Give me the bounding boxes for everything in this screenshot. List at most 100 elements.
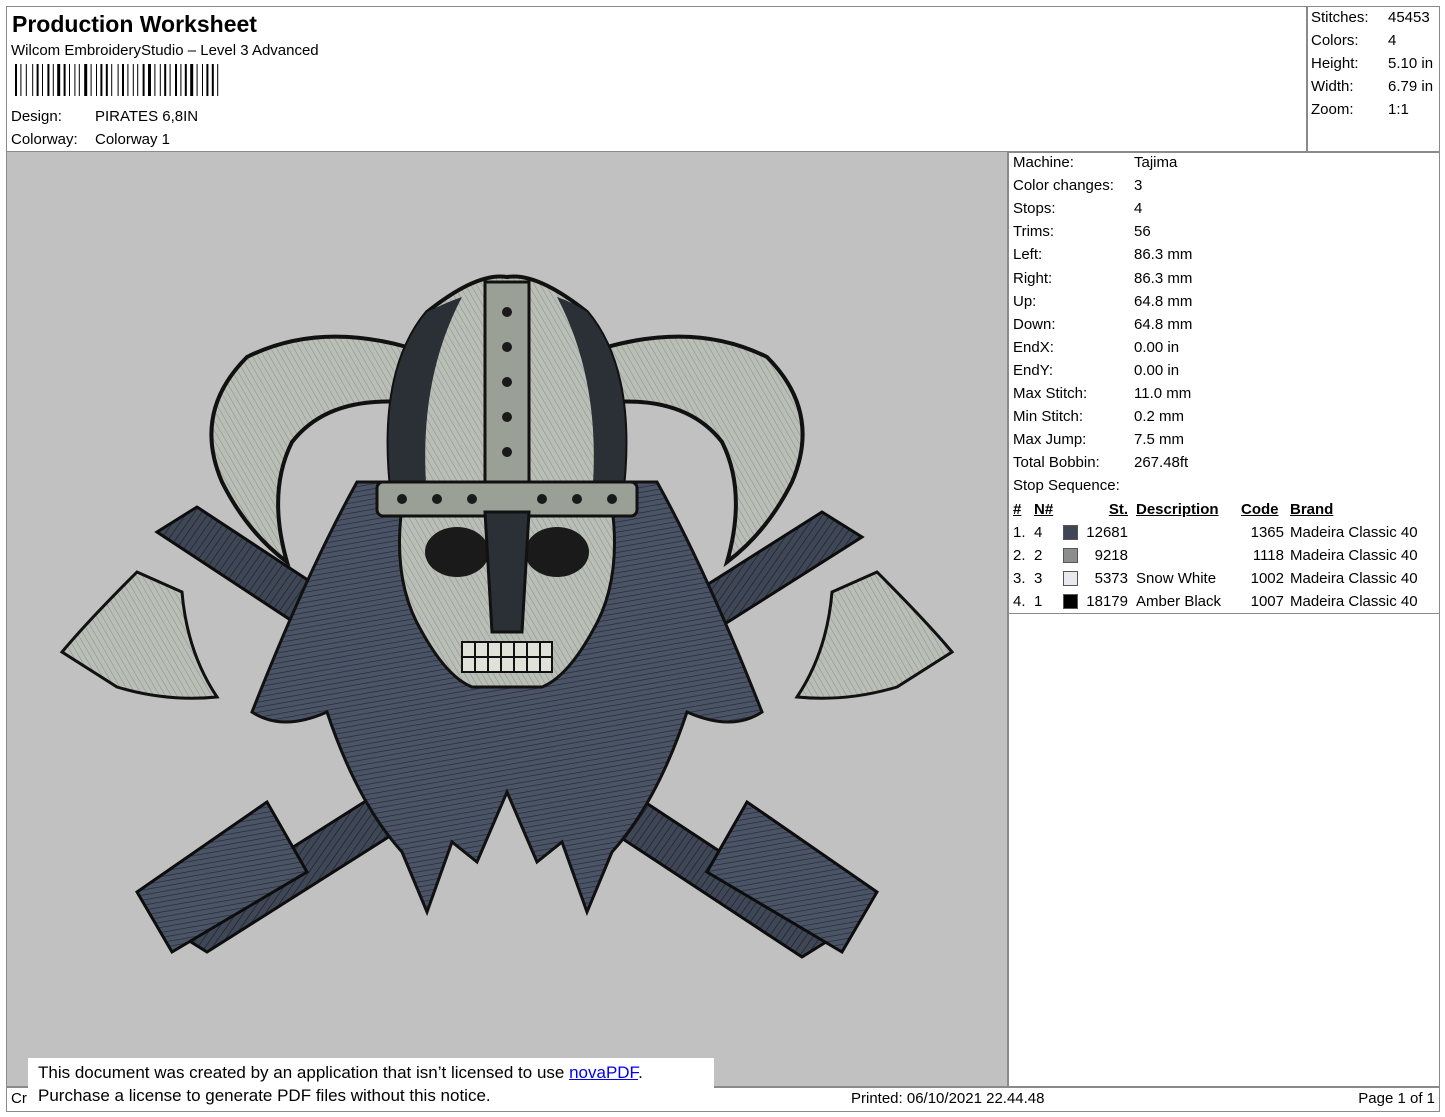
info-value: Tajima — [1134, 154, 1178, 171]
info-value: 11.0 mm — [1134, 385, 1192, 402]
seq-brand: Madeira Classic 40 — [1290, 547, 1418, 564]
stat-label: Width: — [1311, 78, 1354, 95]
info-value: 267.48ft — [1134, 454, 1189, 472]
software-name: Wilcom EmbroideryStudio – Level 3 Advanc… — [11, 42, 319, 59]
thread-color-swatch — [1063, 571, 1078, 586]
colorway-label: Colorway: — [11, 131, 78, 148]
col-header-st: St. — [1108, 501, 1128, 518]
info-value: 0.00 in — [1134, 338, 1180, 356]
thread-color-swatch — [1063, 594, 1078, 609]
stat-row: Zoom: 1:1 — [1311, 98, 1439, 121]
seq-needle: 3 — [1034, 570, 1043, 587]
seq-brand: Madeira Classic 40 — [1290, 570, 1418, 587]
design-value: PIRATES 6,8IN — [95, 108, 199, 125]
stat-value: 1:1 — [1388, 101, 1409, 118]
info-value: 0.00 in — [1134, 361, 1180, 379]
stats-panel: Stitches: 45453 Colors: 4 Height: 5.10 in W… — [1306, 6, 1440, 153]
license-notice: This document was created by an applicat… — [28, 1058, 714, 1110]
seq-description: Amber Black — [1136, 593, 1222, 610]
seq-brand: Madeira Classic 40 — [1290, 524, 1418, 541]
seq-num: 4. — [1013, 593, 1026, 610]
seq-num: 1. — [1013, 524, 1026, 541]
stop-sequence-label: Stop Sequence: — [1013, 477, 1120, 494]
printed-timestamp: Printed: 06/10/2021 22.44.48 — [851, 1090, 1045, 1107]
stat-row: Stitches: 45453 — [1311, 6, 1439, 29]
info-label: Max Stitch: — [1013, 385, 1088, 402]
stat-label: Height: — [1311, 55, 1359, 72]
info-value: 7.5 mm — [1134, 431, 1185, 449]
info-label: Right: — [1013, 269, 1053, 287]
info-value: 86.3 mm — [1134, 246, 1193, 264]
info-label: EndX: — [1013, 338, 1054, 356]
worksheet-header: Production Worksheet Wilcom EmbroiderySt… — [6, 6, 1308, 153]
stat-label: Zoom: — [1311, 101, 1354, 118]
info-value: 0.2 mm — [1134, 408, 1185, 426]
seq-stitches: 18179 — [1086, 593, 1128, 610]
design-preview[interactable] — [6, 151, 1009, 1088]
stat-row: Colors: 4 — [1311, 29, 1439, 52]
stat-value: 4 — [1388, 32, 1397, 49]
info-value: 3 — [1134, 177, 1143, 195]
info-label: Trims: — [1013, 223, 1055, 241]
seq-stitches: 12681 — [1086, 524, 1128, 541]
info-value: 86.3 mm — [1134, 269, 1193, 287]
stat-value: 45453 — [1388, 9, 1430, 26]
info-label: Up: — [1013, 292, 1037, 310]
novapdf-link[interactable]: novaPDF — [569, 1063, 638, 1082]
seq-stitches: 5373 — [1094, 570, 1128, 587]
footer-created-fragment: Cr — [11, 1090, 27, 1107]
col-header-code: Code — [1241, 501, 1279, 518]
axe-head-left — [59, 570, 220, 700]
seq-description: Snow White — [1136, 570, 1217, 587]
info-label: Color changes: — [1013, 177, 1114, 195]
seq-num: 2. — [1013, 547, 1026, 564]
seq-needle: 4 — [1034, 524, 1043, 541]
nose-guard — [483, 510, 531, 634]
barcode — [15, 64, 219, 96]
stat-row: Width: 6.79 in — [1311, 75, 1439, 98]
design-label: Design: — [11, 108, 62, 125]
info-label: Left: — [1013, 246, 1043, 264]
info-label: Max Jump: — [1013, 431, 1087, 449]
thread-color-swatch — [1063, 548, 1078, 563]
col-header-n: N# — [1034, 501, 1054, 518]
stat-label: Stitches: — [1311, 9, 1369, 26]
info-value: 56 — [1134, 223, 1151, 241]
eye-socket-right — [525, 527, 589, 577]
info-label: Down: — [1013, 315, 1056, 333]
page-title: Production Worksheet — [12, 11, 257, 37]
info-value: 64.8 mm — [1134, 292, 1193, 310]
seq-brand: Madeira Classic 40 — [1290, 593, 1418, 610]
divider — [1008, 613, 1439, 614]
info-value: 64.8 mm — [1134, 315, 1193, 333]
stat-label: Colors: — [1311, 32, 1359, 49]
page-number: Page 1 of 1 — [1358, 1090, 1435, 1107]
axe-head-right — [794, 570, 955, 700]
info-label: Machine: — [1013, 154, 1074, 171]
machine-info-panel: Machine: Tajima Color changes: 3 Stops: 4 Trim… — [1007, 151, 1440, 1088]
seq-code: 1002 — [1250, 570, 1284, 587]
seq-code: 1365 — [1250, 524, 1284, 541]
notice-line-2: Purchase a license to generate PDF files… — [38, 1086, 491, 1105]
info-value: 4 — [1134, 200, 1143, 218]
notice-text: This document was created by an applicat… — [38, 1063, 570, 1082]
eye-socket-left — [425, 527, 489, 577]
stat-row: Height: 5.10 in — [1311, 52, 1439, 75]
seq-num: 3. — [1013, 570, 1026, 587]
notice-period: . — [638, 1063, 643, 1082]
thread-color-swatch — [1063, 525, 1078, 540]
stat-value: 5.10 in — [1388, 55, 1434, 72]
col-header-description: Description — [1136, 501, 1219, 518]
col-header-num: # — [1013, 501, 1022, 518]
info-label: Stops: — [1013, 200, 1056, 218]
seq-stitches: 9218 — [1094, 547, 1128, 564]
info-label: EndY: — [1013, 361, 1054, 379]
info-label: Total Bobbin: — [1013, 454, 1100, 472]
notice-line-1: This document was created by an applicat… — [38, 1061, 643, 1084]
seq-needle: 2 — [1034, 547, 1043, 564]
colorway-value: Colorway 1 — [95, 131, 171, 148]
col-header-brand: Brand — [1290, 501, 1334, 518]
seq-needle: 1 — [1034, 593, 1043, 610]
seq-code: 1007 — [1250, 593, 1284, 610]
info-label: Min Stitch: — [1013, 408, 1084, 426]
